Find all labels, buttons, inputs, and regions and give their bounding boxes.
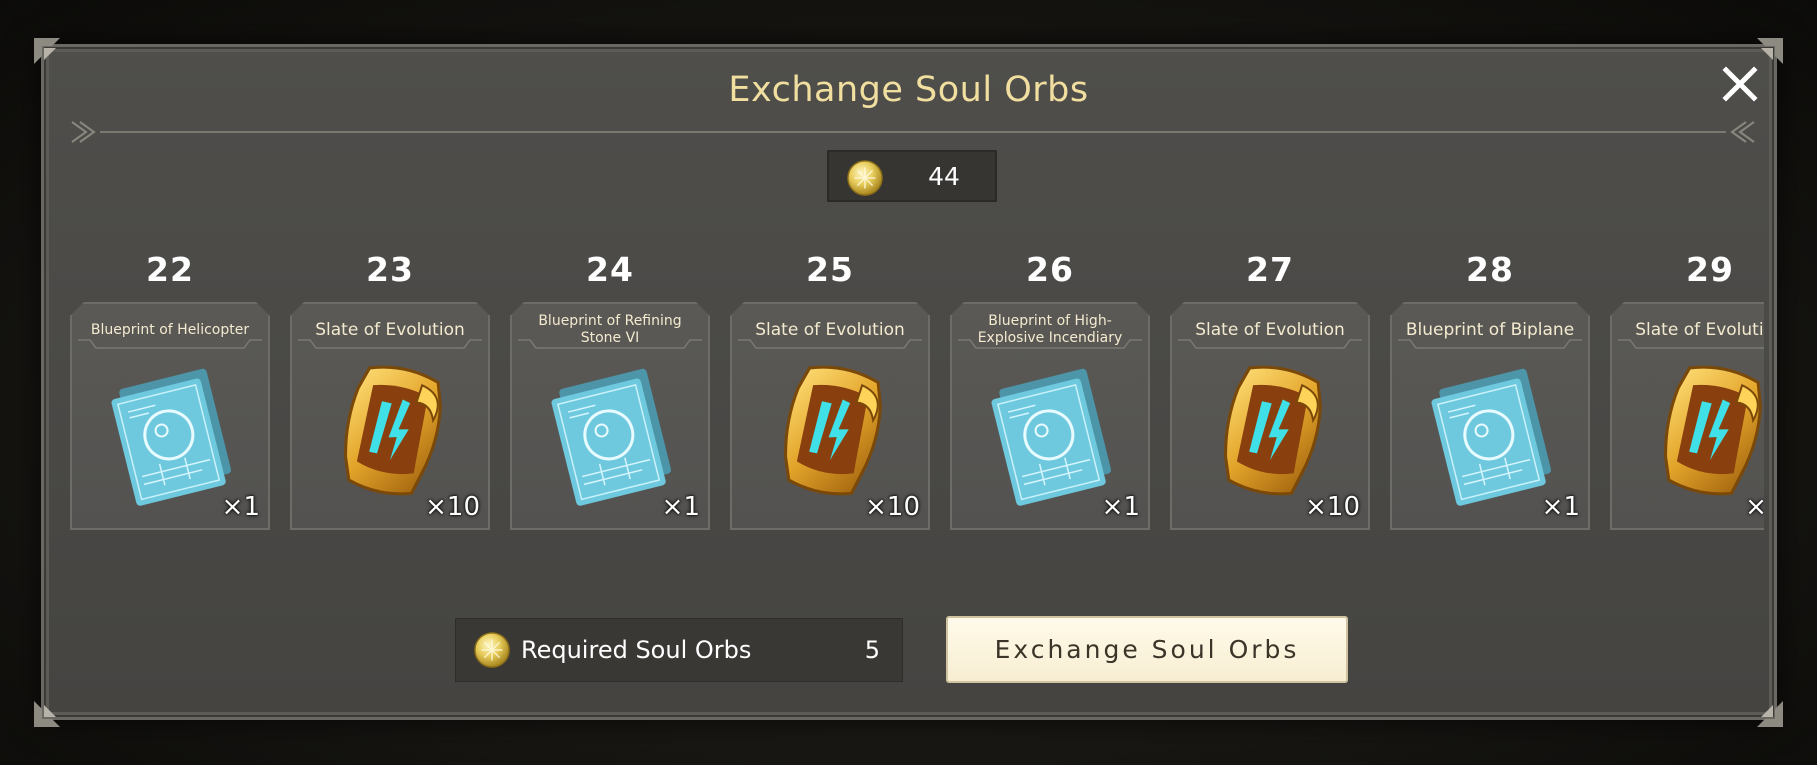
close-button[interactable] xyxy=(1718,62,1762,106)
dialog-title: Exchange Soul Orbs xyxy=(728,70,1089,110)
soul-orb-balance: 44 xyxy=(827,150,997,202)
reward-day-number: 27 xyxy=(1246,250,1294,289)
reward-item: 27 Slate of Evolution ×10 xyxy=(1170,240,1370,540)
required-cost: Required Soul Orbs 5 xyxy=(455,618,903,682)
reward-card[interactable]: Blueprint of Refining Stone VI ×1 xyxy=(510,302,710,530)
reward-card[interactable]: Slate of Evolution×10 xyxy=(730,302,930,530)
reward-quantity: ×10 xyxy=(425,492,480,522)
reward-day-number: 24 xyxy=(586,250,634,289)
card-header-ornament xyxy=(518,339,702,349)
reward-item: 22 Blueprint of Helicopter ×1 xyxy=(70,240,270,540)
game-screen: Exchange Soul Orbs 44 22 Blueprint of Hel… xyxy=(0,0,1817,765)
reward-day-number: 23 xyxy=(366,250,414,289)
slate-of-evolution-icon xyxy=(1632,356,1764,506)
card-header-ornament xyxy=(298,339,482,349)
reward-day-number: 29 xyxy=(1686,250,1734,289)
reward-cards-list[interactable]: 22 Blueprint of Helicopter ×1 23 Slate of Ev… xyxy=(70,240,1764,540)
reward-card[interactable]: Slate of Evolution×10 xyxy=(1170,302,1370,530)
close-icon xyxy=(1722,66,1758,102)
reward-quantity: ×1 xyxy=(661,492,700,522)
reward-item: 26 Blueprint of High-Explosive Incendiary… xyxy=(950,240,1150,540)
corner-ornament-icon xyxy=(1743,687,1787,731)
card-header-ornament xyxy=(738,339,922,349)
blueprint-icon xyxy=(532,356,692,506)
reward-item: 25 Slate of Evolution ×10 xyxy=(730,240,930,540)
reward-item: 29 Slate of Evolution×10 xyxy=(1610,240,1764,540)
exchange-soul-orbs-button[interactable]: Exchange Soul Orbs xyxy=(946,616,1348,683)
reward-item: 24 Blueprint of Refining Stone VI ×1 xyxy=(510,240,710,540)
reward-day-number: 28 xyxy=(1466,250,1514,289)
card-header-ornament xyxy=(1398,339,1582,349)
reward-quantity: ×10 xyxy=(1745,492,1764,522)
reward-quantity: ×10 xyxy=(1305,492,1360,522)
reward-quantity: ×1 xyxy=(1101,492,1140,522)
reward-card[interactable]: Slate of Evolution×10 xyxy=(1610,302,1764,530)
blueprint-icon xyxy=(92,356,252,506)
card-header-ornament xyxy=(1618,339,1764,349)
slate-of-evolution-icon xyxy=(752,356,912,506)
blueprint-icon xyxy=(972,356,1132,506)
slate-of-evolution-icon xyxy=(312,356,472,506)
reward-day-number: 22 xyxy=(146,250,194,289)
reward-quantity: ×1 xyxy=(1541,492,1580,522)
soul-orb-icon xyxy=(847,160,883,196)
reward-item: 28 Blueprint of Biplane ×1 xyxy=(1390,240,1590,540)
reward-card[interactable]: Blueprint of Biplane ×1 xyxy=(1390,302,1590,530)
card-header-ornament xyxy=(78,339,262,349)
balance-value: 44 xyxy=(928,162,960,191)
title-divider xyxy=(71,121,1755,143)
reward-day-number: 26 xyxy=(1026,250,1074,289)
required-soul-orbs-label: Required Soul Orbs xyxy=(521,636,752,664)
reward-card[interactable]: Slate of Evolution×10 xyxy=(290,302,490,530)
reward-card[interactable]: Blueprint of High-Explosive Incendiary ×1 xyxy=(950,302,1150,530)
reward-item: 23 Slate of Evolution ×10 xyxy=(290,240,490,540)
reward-card[interactable]: Blueprint of Helicopter ×1 xyxy=(70,302,270,530)
required-soul-orbs-value: 5 xyxy=(864,636,880,664)
card-header-ornament xyxy=(1178,339,1362,349)
reward-quantity: ×1 xyxy=(221,492,260,522)
card-header-ornament xyxy=(958,339,1142,349)
blueprint-icon xyxy=(1412,356,1572,506)
corner-ornament-icon xyxy=(30,687,74,731)
soul-orb-icon xyxy=(474,632,510,668)
reward-day-number: 25 xyxy=(806,250,854,289)
reward-quantity: ×10 xyxy=(865,492,920,522)
slate-of-evolution-icon xyxy=(1192,356,1352,506)
